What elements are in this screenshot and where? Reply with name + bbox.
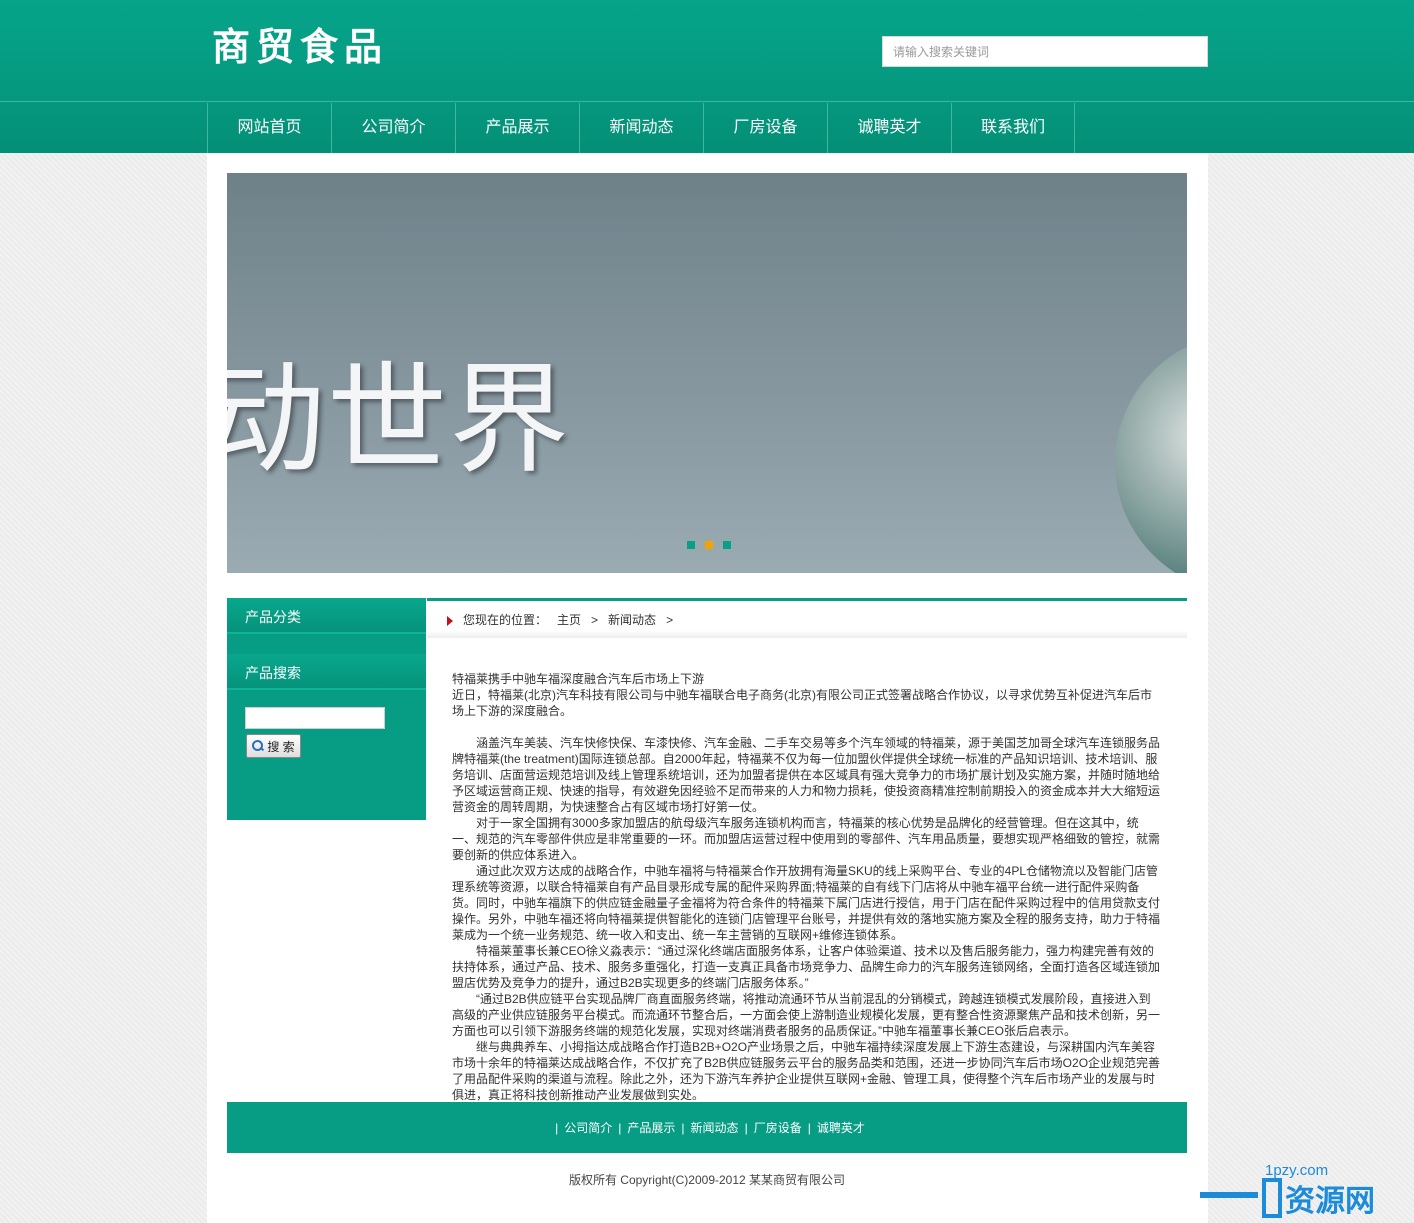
slider-dots: [687, 541, 731, 549]
footer-separator: |: [744, 1120, 748, 1135]
footer-link-equipment[interactable]: 厂房设备: [754, 1119, 802, 1136]
slider-dot-active[interactable]: [705, 541, 713, 549]
nav-item-news[interactable]: 新闻动态: [579, 103, 703, 153]
footer-separator: |: [618, 1120, 622, 1135]
breadcrumb-separator: >: [666, 612, 674, 627]
search-icon: [252, 740, 264, 752]
article-paragraph: 继与典典养车、小拇指达成战略合作打造B2B+O2O产业场景之后，中驰车福持续深度…: [452, 1040, 1161, 1102]
product-search-input[interactable]: [245, 707, 385, 729]
article-paragraph: 涵盖汽车美装、汽车快修快保、车漆快修、汽车金融、二手车交易等多个汽车领域的特福莱…: [452, 736, 1161, 814]
sidebar: 产品分类 产品搜索 搜 索: [227, 598, 426, 820]
footer-link-about[interactable]: 公司简介: [564, 1119, 612, 1136]
banner-headline: 动世界: [227, 351, 571, 490]
nav-item-about[interactable]: 公司简介: [331, 103, 455, 153]
header-divider: [0, 101, 1414, 102]
breadcrumb-arrow-icon: [447, 616, 453, 626]
article-paragraph: 通过此次双方达成的战略合作，中驰车福将与特福莱合作开放拥有海量SKU的线上采购平…: [452, 864, 1161, 942]
product-search-button[interactable]: 搜 索: [246, 734, 301, 758]
content-container: 动世界 产品分类 产品搜索 搜 索 您现在的位置： 主页 > 新闻动态 > 特福…: [207, 153, 1208, 1223]
main-nav: 网站首页 公司简介 产品展示 新闻动态 厂房设备 诚聘英才 联系我们: [207, 103, 1075, 153]
watermark-text: 资源网: [1285, 1184, 1375, 1219]
nav-item-home[interactable]: 网站首页: [207, 103, 331, 153]
footer-nav: | 公司简介 | 产品展示 | 新闻动态 | 厂房设备 | 诚聘英才: [227, 1102, 1187, 1153]
main-content: 您现在的位置： 主页 > 新闻动态 > 特福莱携手中驰车福深度融合汽车后市场上下…: [427, 598, 1187, 1102]
nav-item-careers[interactable]: 诚聘英才: [827, 103, 951, 153]
footer-separator: |: [807, 1120, 811, 1135]
nav-item-equipment[interactable]: 厂房设备: [703, 103, 827, 153]
footer-link-products[interactable]: 产品展示: [627, 1119, 675, 1136]
site-logo[interactable]: 商贸食品: [212, 26, 388, 68]
footer-separator: |: [681, 1120, 685, 1135]
breadcrumb-separator: >: [591, 612, 599, 627]
nav-item-contact[interactable]: 联系我们: [951, 103, 1075, 153]
breadcrumb-news-link[interactable]: 新闻动态: [608, 611, 656, 628]
breadcrumb: 您现在的位置： 主页 > 新闻动态 >: [427, 598, 1187, 638]
nav-item-products[interactable]: 产品展示: [455, 103, 579, 153]
watermark-logo-icon: [1262, 1178, 1282, 1218]
slider-dot[interactable]: [723, 541, 731, 549]
sidebar-search-title: 产品搜索: [227, 654, 426, 690]
search-button-label: 搜 索: [267, 739, 295, 754]
article-paragraph: “通过B2B供应链平台实现品牌厂商直面服务终端，将推动流通环节从当前混乱的分销模…: [452, 992, 1161, 1038]
sidebar-category-title: 产品分类: [227, 598, 426, 634]
watermark-url: 1pzy.com: [1265, 1162, 1329, 1179]
globe-image: [1115, 333, 1187, 573]
header-bar: 商贸食品 网站首页 公司简介 产品展示 新闻动态 厂房设备 诚聘英才 联系我们: [0, 0, 1414, 153]
slider-dot[interactable]: [687, 541, 695, 549]
banner-slider[interactable]: 动世界: [227, 173, 1187, 573]
footer-link-news[interactable]: 新闻动态: [691, 1119, 739, 1136]
watermark-bar: [1200, 1192, 1258, 1198]
footer-link-careers[interactable]: 诚聘英才: [817, 1119, 865, 1136]
article-lead: 近日，特福莱(北京)汽车科技有限公司与中驰车福联合电子商务(北京)有限公司正式签…: [452, 688, 1152, 718]
article-body: 特福莱携手中驰车福深度融合汽车后市场上下游 近日，特福莱(北京)汽车科技有限公司…: [452, 671, 1162, 1103]
article-paragraph: 特福莱董事长兼CEO徐义淼表示：“通过深化终端店面服务体系，让客户体验渠道、技术…: [452, 944, 1161, 990]
footer-separator: |: [555, 1120, 559, 1135]
breadcrumb-prefix: 您现在的位置：: [463, 613, 548, 627]
breadcrumb-home-link[interactable]: 主页: [557, 611, 581, 628]
article-paragraph: 对于一家全国拥有3000多家加盟店的航母级汽车服务连锁机构而言，特福莱的核心优势…: [452, 816, 1161, 862]
search-input[interactable]: [882, 36, 1208, 67]
article-title: 特福莱携手中驰车福深度融合汽车后市场上下游: [452, 672, 705, 686]
copyright-text: 版权所有 Copyright(C)2009-2012 某某商贸有限公司: [568, 1173, 846, 1187]
